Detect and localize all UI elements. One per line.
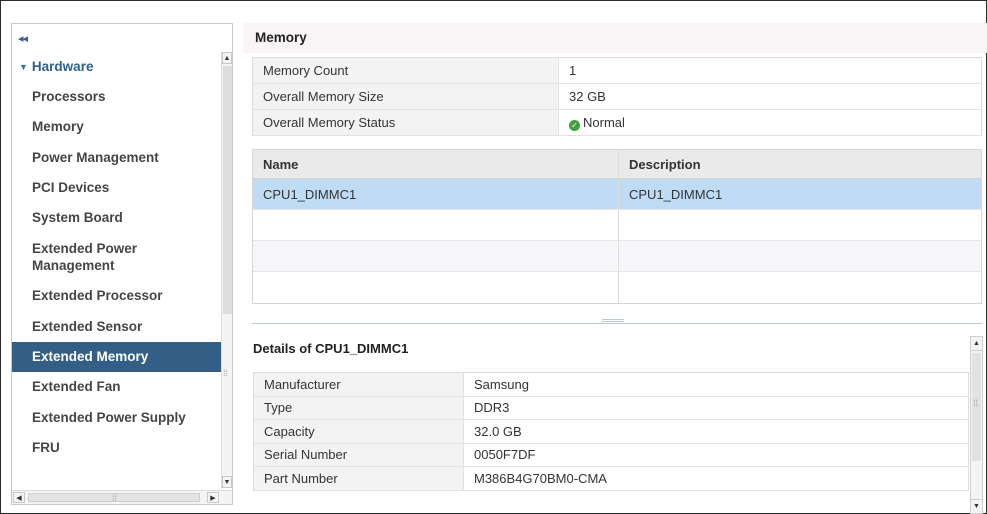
splitter-handle[interactable]	[602, 319, 624, 322]
sidebar-item-memory[interactable]: Memory	[12, 112, 222, 142]
details-value: DDR3	[463, 396, 969, 420]
details-label: Capacity	[253, 419, 464, 444]
grip-icon: ⁞⁞	[973, 398, 979, 408]
sidebar-item-extended-processor[interactable]: Extended Processor	[12, 281, 222, 311]
column-header-name[interactable]: Name	[253, 150, 619, 178]
empty-row	[253, 241, 981, 272]
sidebar-group-label: Hardware	[31, 59, 94, 74]
column-header-description[interactable]: Description	[619, 150, 981, 178]
summary-label: Memory Count	[252, 57, 559, 84]
details-value: 32.0 GB	[463, 419, 969, 444]
grip-icon: ⁞⁞	[112, 493, 118, 503]
scrollbar-thumb[interactable]	[223, 66, 232, 314]
memory-summary-table: Memory Count 1 Overall Memory Size 32 GB…	[252, 57, 982, 136]
details-value: 0050F7DF	[463, 443, 969, 467]
empty-row	[253, 210, 981, 241]
details-row: Manufacturer Samsung	[253, 372, 969, 397]
summary-value: ✓ Normal	[558, 109, 982, 136]
sidebar-item-extended-power-management[interactable]: Extended Power Management	[12, 233, 222, 281]
summary-value: 32 GB	[558, 83, 982, 110]
scroll-down-arrow-icon[interactable]: ▼	[222, 476, 232, 488]
summary-value: 1	[558, 57, 982, 84]
page-title: Memory	[243, 23, 987, 53]
sidebar-vertical-scrollbar[interactable]: ▲ ▼	[221, 52, 232, 488]
scroll-right-arrow-icon[interactable]: ▶	[207, 492, 219, 503]
sidebar-item-processors[interactable]: Processors	[12, 82, 222, 112]
sidebar-item-power-management[interactable]: Power Management	[12, 143, 222, 173]
summary-row: Overall Memory Status ✓ Normal	[252, 109, 982, 136]
collapse-sidebar-button[interactable]: ◂◂	[18, 32, 28, 45]
details-value: Samsung	[463, 372, 969, 397]
sidebar-item-pci-devices[interactable]: PCI Devices	[12, 173, 222, 203]
table-row[interactable]: CPU1_DIMMC1 CPU1_DIMMC1	[253, 179, 981, 210]
scroll-down-arrow-icon[interactable]: ▼	[971, 499, 982, 513]
memory-modules-grid: Name Description CPU1_DIMMC1 CPU1_DIMMC1	[252, 149, 982, 304]
splitter[interactable]	[252, 323, 982, 324]
summary-row: Overall Memory Size 32 GB	[252, 83, 982, 110]
details-title: Details of CPU1_DIMMC1	[253, 341, 409, 356]
details-row: Part Number M386B4G70BM0-CMA	[253, 466, 969, 491]
sidebar-item-extended-sensor[interactable]: Extended Sensor	[12, 312, 222, 342]
details-label: Part Number	[253, 466, 464, 491]
sidebar-group-hardware[interactable]: ▼ Hardware	[12, 52, 222, 82]
details-label: Serial Number	[253, 443, 464, 467]
details-row: Type DDR3	[253, 396, 969, 420]
status-text: Normal	[583, 114, 625, 130]
main-panel: Memory Memory Count 1 Overall Memory Siz…	[243, 23, 987, 514]
details-label: Type	[253, 396, 464, 420]
grid-header: Name Description	[253, 150, 981, 179]
app-frame: ◂◂ ▼ Hardware Processors Memory Power Man…	[0, 0, 987, 514]
resize-grip-icon[interactable]: ⁞⁞	[223, 369, 228, 378]
sidebar-list: ▼ Hardware Processors Memory Power Manage…	[12, 52, 222, 463]
cell-name: CPU1_DIMMC1	[253, 179, 619, 209]
check-circle-icon: ✓	[569, 119, 580, 131]
details-value: M386B4G70BM0-CMA	[463, 466, 969, 491]
caret-down-icon: ▼	[19, 62, 28, 72]
summary-label: Overall Memory Size	[252, 83, 559, 110]
sidebar-item-extended-fan[interactable]: Extended Fan	[12, 372, 222, 402]
empty-row	[253, 272, 981, 303]
scroll-up-arrow-icon[interactable]: ▲	[222, 52, 232, 64]
sidebar-item-system-board[interactable]: System Board	[12, 203, 222, 233]
details-table: Manufacturer Samsung Type DDR3 Capacity …	[253, 372, 969, 491]
scroll-left-arrow-icon[interactable]: ◀	[13, 492, 25, 503]
cell-description: CPU1_DIMMC1	[629, 187, 723, 202]
sidebar-horizontal-scrollbar[interactable]: ◀ ⁞⁞ ▶	[12, 490, 232, 504]
scroll-up-arrow-icon[interactable]: ▲	[971, 337, 982, 351]
summary-label: Overall Memory Status	[252, 109, 559, 136]
sidebar: ◂◂ ▼ Hardware Processors Memory Power Man…	[11, 23, 233, 505]
sidebar-item-extended-power-supply[interactable]: Extended Power Supply	[12, 403, 222, 433]
sidebar-item-fru[interactable]: FRU	[12, 433, 222, 463]
details-row: Capacity 32.0 GB	[253, 419, 969, 444]
sidebar-item-extended-memory[interactable]: Extended Memory	[12, 342, 222, 373]
details-row: Serial Number 0050F7DF	[253, 443, 969, 467]
details-label: Manufacturer	[253, 372, 464, 397]
details-vertical-scrollbar[interactable]: ▲ ⁞⁞ ▼	[970, 336, 983, 514]
summary-row: Memory Count 1	[252, 57, 982, 84]
